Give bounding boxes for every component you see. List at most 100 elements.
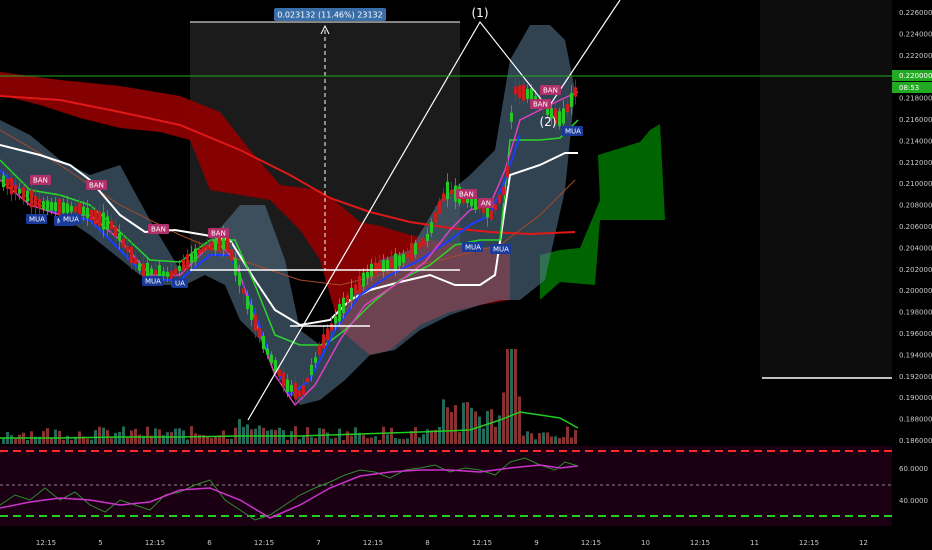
volume-bar bbox=[154, 428, 157, 444]
price-tick: 0.210000 bbox=[899, 180, 932, 188]
volume-bar bbox=[338, 428, 341, 444]
volume-bar bbox=[102, 427, 105, 444]
volume-bar bbox=[550, 436, 553, 444]
candle-body bbox=[358, 275, 361, 293]
price-tick: 0.194000 bbox=[899, 351, 932, 359]
volume-bar bbox=[378, 439, 381, 444]
candle-body bbox=[322, 334, 325, 349]
candle-body bbox=[290, 385, 293, 392]
time-tick: 12 bbox=[859, 539, 868, 547]
volume-bar bbox=[194, 433, 197, 444]
candle-body bbox=[414, 243, 417, 255]
volume-bar bbox=[570, 437, 573, 444]
candle-body bbox=[350, 287, 353, 301]
volume-bar bbox=[66, 435, 69, 444]
time-tick: 8 bbox=[425, 539, 429, 547]
volume-bar bbox=[334, 437, 337, 444]
signal-label: BAN bbox=[151, 226, 166, 234]
volume-bar bbox=[478, 416, 481, 444]
candle-body bbox=[190, 253, 193, 263]
volume-bar bbox=[290, 431, 293, 444]
price-tick: 0.186000 bbox=[899, 437, 932, 445]
candle-body bbox=[14, 184, 17, 193]
time-tick: 5 bbox=[98, 539, 102, 547]
price-tick: 0.200000 bbox=[899, 287, 932, 295]
candle-body bbox=[74, 206, 77, 212]
current-price-value: 0.220000 bbox=[899, 72, 932, 80]
volume-bar bbox=[350, 435, 353, 444]
candle-body bbox=[6, 178, 9, 189]
candle-body bbox=[346, 295, 349, 303]
time-tick: 6 bbox=[207, 539, 212, 547]
candle-body bbox=[98, 211, 101, 227]
candle-body bbox=[374, 262, 377, 275]
candle-body bbox=[558, 111, 561, 127]
volume-bar bbox=[138, 434, 141, 444]
volume-bar bbox=[326, 432, 329, 444]
volume-bar bbox=[354, 427, 357, 444]
signal-label: BAN bbox=[543, 87, 558, 95]
candle-body bbox=[82, 206, 85, 216]
signal-label: BAN bbox=[33, 177, 48, 185]
volume-bar bbox=[470, 407, 473, 444]
volume-bar bbox=[126, 436, 129, 444]
time-tick: 11 bbox=[750, 539, 759, 547]
volume-bar bbox=[114, 432, 117, 444]
time-axis-background bbox=[0, 532, 932, 550]
price-tick: 0.188000 bbox=[899, 416, 932, 424]
wave-label-2: (2) bbox=[540, 115, 557, 129]
volume-bar bbox=[118, 431, 121, 444]
volume-bar bbox=[486, 410, 489, 444]
candle-body bbox=[438, 201, 441, 214]
candle-body bbox=[242, 288, 245, 294]
volume-bar bbox=[438, 426, 441, 444]
volume-bar bbox=[166, 432, 169, 444]
signal-label: AN bbox=[481, 200, 491, 208]
candle-body bbox=[298, 390, 301, 397]
candle-body bbox=[286, 379, 289, 392]
time-tick: 10 bbox=[641, 539, 650, 547]
volume-bar bbox=[86, 438, 89, 444]
volume-bar bbox=[514, 349, 517, 444]
price-tick: 0.218000 bbox=[899, 95, 932, 103]
volume-bar bbox=[302, 436, 305, 444]
candle-body bbox=[262, 335, 265, 350]
candle-body bbox=[214, 238, 217, 251]
volume-bar bbox=[574, 429, 577, 444]
signal-label: BAN bbox=[211, 230, 226, 238]
volume-bar bbox=[18, 434, 21, 444]
candle-body bbox=[366, 271, 369, 278]
rsi-tick-40: 40.0000 bbox=[899, 497, 928, 505]
candle-body bbox=[58, 198, 61, 216]
candle-body bbox=[342, 297, 345, 314]
volume-bar bbox=[554, 436, 557, 444]
time-tick: 12:15 bbox=[363, 539, 383, 547]
candle-body bbox=[362, 272, 365, 287]
volume-bar bbox=[62, 439, 65, 444]
candle-body bbox=[202, 246, 205, 252]
volume-bar bbox=[382, 426, 385, 444]
candle-body bbox=[54, 202, 57, 212]
volume-bar bbox=[458, 432, 461, 444]
volume-bar bbox=[506, 349, 509, 444]
candle-body bbox=[18, 188, 21, 194]
candle-body bbox=[22, 187, 25, 201]
measure-label: 0.023132 (11.46%) 23132 bbox=[277, 11, 382, 20]
price-tick: 0.208000 bbox=[899, 202, 932, 210]
volume-bar bbox=[362, 435, 365, 444]
trading-chart[interactable]: 0.023132 (11.46%) 23132 (1) (2) BAN BAN MU… bbox=[0, 0, 932, 550]
volume-bar bbox=[46, 428, 49, 444]
volume-bar bbox=[286, 439, 289, 444]
candle-body bbox=[302, 385, 305, 395]
candle-body bbox=[278, 369, 281, 377]
volume-bar bbox=[238, 418, 241, 444]
volume-bar bbox=[314, 438, 317, 444]
price-tick: 0.206000 bbox=[899, 223, 932, 231]
volume-bar bbox=[310, 437, 313, 444]
volume-bar bbox=[258, 425, 261, 444]
candle-body bbox=[86, 207, 89, 219]
candle-body bbox=[306, 377, 309, 383]
volume-bar bbox=[462, 402, 465, 444]
volume-bar bbox=[322, 428, 325, 444]
volume-bar bbox=[294, 426, 297, 444]
